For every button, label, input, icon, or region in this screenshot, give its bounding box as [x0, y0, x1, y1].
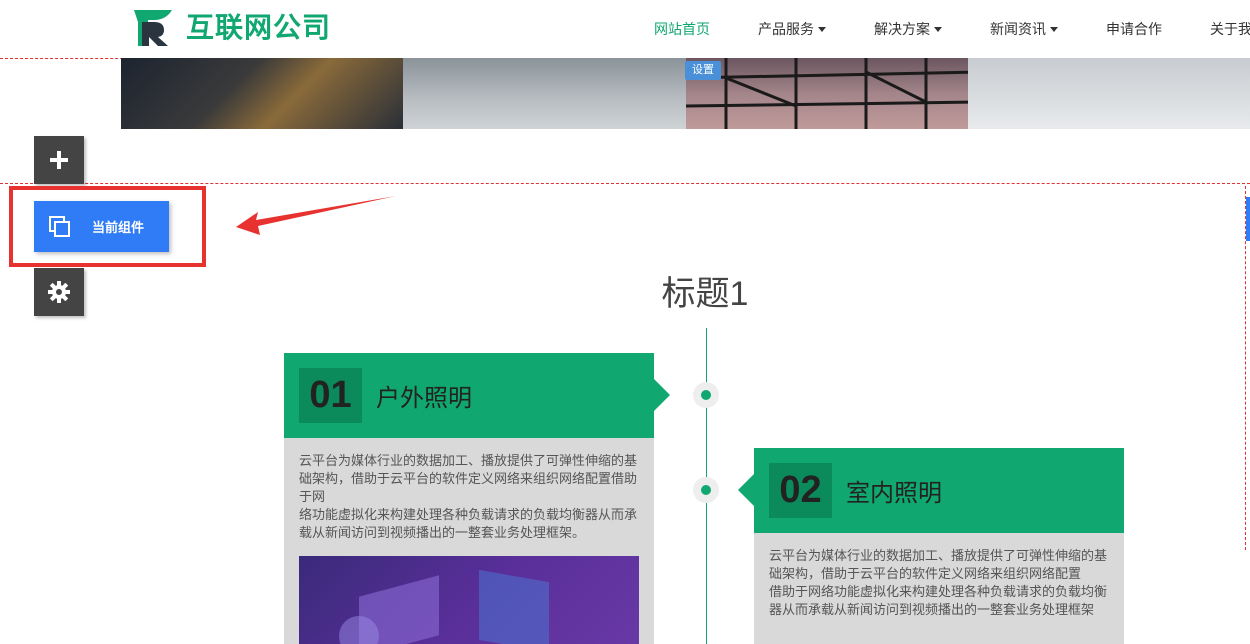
card-number: 02 [769, 463, 832, 518]
card-text: 络功能虚拟化来构建处理各种负载请求的负载均衡器从而承载从新闻访问到视频播出的一整… [299, 507, 638, 540]
nav-item-home[interactable]: 网站首页 [654, 19, 710, 39]
banner-image-product [967, 58, 1250, 129]
nav-item-label: 解决方案 [874, 21, 930, 37]
main-nav: 网站首页 产品服务 解决方案 新闻资讯 申请合作 关于我 [630, 0, 1250, 58]
caret-down-icon [1050, 26, 1058, 32]
card-text: 云平台为媒体行业的数据加工、播放提供了可弹性伸缩的基础架构，借助于云平台的软件定… [299, 453, 638, 504]
card-number: 01 [299, 368, 362, 423]
nav-item-products[interactable]: 产品服务 [758, 19, 826, 39]
site-header: 互联网公司 网站首页 产品服务 解决方案 新闻资讯 申请合作 关于我 [0, 0, 1250, 58]
nav-item-label: 产品服务 [758, 21, 814, 37]
card-title: 户外照明 [376, 385, 472, 412]
pointer-arrow-icon [236, 196, 396, 235]
nav-item-label: 新闻资讯 [990, 21, 1046, 37]
timeline-card: 01 户外照明 云平台为媒体行业的数据加工、播放提供了可弹性伸缩的基础架构，借助… [284, 353, 670, 644]
timeline-card: 02 室内照明 云平台为媒体行业的数据加工、播放提供了可弹性伸缩的基础架构，借助… [738, 448, 1124, 644]
highlight-frame [9, 186, 206, 267]
caret-down-icon [818, 26, 826, 32]
nav-item-about[interactable]: 关于我 [1210, 19, 1250, 39]
settings-badge[interactable]: 设置 [685, 61, 721, 80]
site-logo[interactable]: 互联网公司 [132, 6, 331, 46]
card-pointer [738, 474, 754, 506]
card-body: 云平台为媒体行业的数据加工、播放提供了可弹性伸缩的基础架构，借助于云平台的软件定… [754, 533, 1124, 619]
card-body: 云平台为媒体行业的数据加工、播放提供了可弹性伸缩的基础架构，借助于云平台的软件定… [284, 438, 654, 644]
nav-item-label: 网站首页 [654, 21, 710, 37]
card-header: 02 室内照明 [738, 448, 1124, 533]
card-title: 室内照明 [846, 480, 942, 507]
nav-item-cooperation[interactable]: 申请合作 [1106, 19, 1162, 39]
nav-item-label: 申请合作 [1106, 21, 1162, 37]
card-text: 云平台为媒体行业的数据加工、播放提供了可弹性伸缩的基础架构，借助于云平台的软件定… [769, 548, 1108, 581]
brand-name: 互联网公司 [186, 11, 332, 44]
tower-silhouette [685, 58, 968, 129]
nav-item-news[interactable]: 新闻资讯 [990, 19, 1058, 39]
timeline-node [693, 382, 719, 408]
component-handle[interactable] [1246, 197, 1250, 241]
card-header: 01 户外照明 [284, 353, 670, 438]
section-title: 标题1 [661, 275, 749, 313]
caret-down-icon [934, 26, 942, 32]
nav-item-label: 关于我 [1210, 21, 1250, 37]
section-boundary [0, 183, 1250, 184]
card-pointer [654, 379, 670, 411]
card-text: 借助于网络功能虚拟化来构建处理各种负载请求的负载均衡器从而承载从新闻访问到视频播… [769, 584, 1108, 617]
card-image [299, 556, 639, 644]
banner-image-city [121, 58, 404, 129]
add-component-button[interactable] [34, 136, 84, 184]
timeline-node [693, 477, 719, 503]
plus-icon [50, 151, 68, 169]
banner-image-clouds [403, 58, 686, 129]
logo-r-icon [134, 10, 172, 46]
nav-item-solutions[interactable]: 解决方案 [874, 19, 942, 39]
banner-image-tower [685, 58, 968, 129]
